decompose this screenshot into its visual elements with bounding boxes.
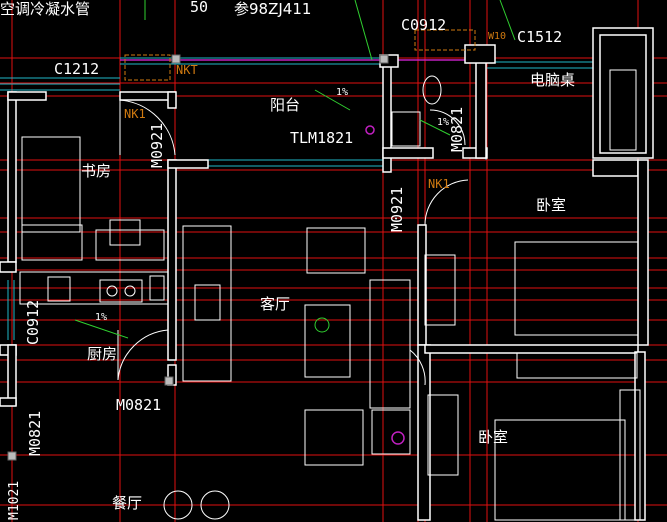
room-living: 客厅 — [260, 295, 291, 313]
condensate-pipe-note: 空调冷凝水管 — [0, 0, 91, 18]
door-label-m0821-bath: M0821 — [448, 106, 466, 152]
room-balcony: 阳台 — [270, 96, 301, 114]
room-kitchen: 厨房 — [87, 345, 118, 363]
room-study: 书房 — [81, 162, 112, 180]
door-label-tlm1821: TLM1821 — [290, 129, 354, 147]
window-label-c1212: C1212 — [54, 60, 100, 78]
door-label-m0921-mid: M0921 — [388, 186, 406, 232]
slope-label-bath: 1% — [437, 117, 450, 128]
slope-label-kitchen: 1% — [95, 312, 108, 323]
window-label-c0912-left: C0912 — [24, 299, 42, 345]
door-label-m0921-left: M0921 — [148, 122, 166, 168]
computer-desk-label: 电脑桌 — [530, 71, 576, 89]
door-label-m1021: M1021 — [7, 480, 22, 520]
room-bedroom-2: 卧室 — [478, 428, 509, 446]
circle-marker-label: 50 — [190, 0, 209, 16]
walls — [0, 27, 654, 521]
label-nkt: NKT — [176, 63, 198, 77]
label-nk1-mid: NK1 — [428, 177, 450, 191]
window-label-c0912-top: C0912 — [401, 16, 447, 34]
room-dining: 餐厅 — [112, 494, 143, 512]
reference-note: 参98ZJ411 — [234, 0, 312, 18]
label-nk1-left: NK1 — [124, 107, 146, 121]
w-note: W10 — [488, 31, 507, 42]
floor-plan-canvas[interactable]: 空调冷凝水管 参98ZJ411 50 C0912 C1512 W10 C1212… — [0, 0, 667, 522]
room-bedroom-1: 卧室 — [536, 196, 567, 214]
door-label-m0821-bottom: M0821 — [116, 396, 162, 414]
slope-marks — [74, 0, 516, 339]
door-label-m0821-left: M0821 — [26, 410, 44, 456]
window-label-c1512: C1512 — [517, 28, 563, 46]
slope-label-balcony: 1% — [336, 87, 349, 98]
